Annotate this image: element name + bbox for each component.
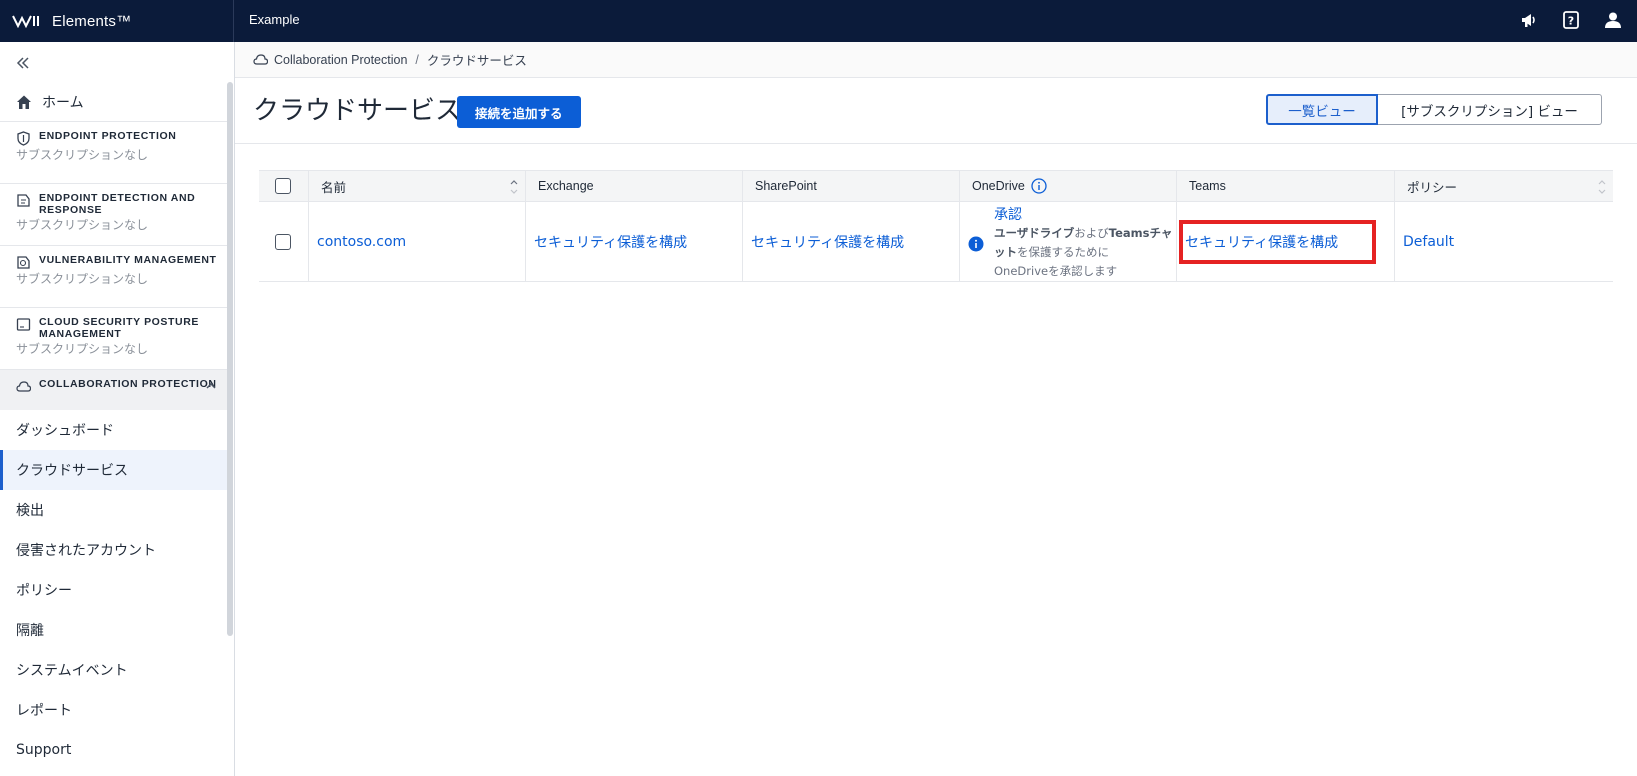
column-header-sharepoint: SharePoint bbox=[743, 171, 960, 201]
cloud-icon bbox=[16, 381, 31, 392]
column-label: ポリシー bbox=[1407, 180, 1458, 195]
section-subtitle: サブスクリプションなし bbox=[16, 272, 149, 286]
section-title: ENDPOINT PROTECTION bbox=[39, 130, 177, 142]
row-checkbox[interactable] bbox=[275, 233, 291, 250]
shield-icon bbox=[17, 131, 30, 146]
cloud-posture-icon bbox=[16, 318, 31, 331]
sidebar-item-home[interactable]: ホーム bbox=[0, 82, 227, 122]
tenant-name-link[interactable]: contoso.com bbox=[317, 234, 406, 250]
cloud-icon bbox=[253, 54, 268, 65]
sidebar-section-endpoint-protection[interactable]: ENDPOINT PROTECTION サブスクリプションなし bbox=[0, 122, 227, 184]
sidebar-item-cloud-services[interactable]: クラウドサービス bbox=[0, 450, 227, 490]
sidebar: ホーム ENDPOINT PROTECTION サブスクリプションなし ENDP… bbox=[0, 42, 235, 776]
sidebar-item-dashboard[interactable]: ダッシュボード bbox=[0, 410, 227, 450]
teams-cell: セキュリティ保護を構成 bbox=[1177, 202, 1395, 281]
onedrive-approve-link[interactable]: 承認 bbox=[994, 206, 1176, 224]
info-icon[interactable] bbox=[1031, 178, 1047, 194]
section-title: ENDPOINT DETECTION AND RESPONSE bbox=[39, 192, 196, 216]
home-icon bbox=[17, 95, 31, 109]
main-content: Collaboration Protection / クラウドサービス クラウド… bbox=[235, 42, 1637, 776]
select-all-checkbox[interactable] bbox=[275, 178, 291, 194]
column-header-exchange: Exchange bbox=[526, 171, 743, 201]
sort-icon[interactable] bbox=[509, 178, 519, 196]
column-header-policy[interactable]: ポリシー bbox=[1395, 171, 1613, 201]
brand[interactable]: Elements™ bbox=[0, 0, 234, 42]
sidebar-section-vulnerability-management[interactable]: VULNERABILITY MANAGEMENT サブスクリプションなし bbox=[0, 246, 227, 308]
page-title: クラウドサービス bbox=[253, 96, 462, 126]
user-icon[interactable] bbox=[1603, 10, 1623, 30]
table-row: contoso.com セキュリティ保護を構成 セキュリティ保護を構成 承認 ユ… bbox=[259, 202, 1613, 282]
column-label: OneDrive bbox=[972, 179, 1025, 193]
view-toggle: 一覧ビュー [サブスクリプション] ビュー bbox=[1266, 94, 1602, 125]
page-header: クラウドサービス 接続を追加する 一覧ビュー [サブスクリプション] ビュー bbox=[235, 78, 1637, 144]
table-header-row: 名前 Exchange SharePoint OneDrive Teams ポリ… bbox=[259, 171, 1613, 202]
name-cell: contoso.com bbox=[309, 202, 526, 281]
sidebar-section-edr[interactable]: ENDPOINT DETECTION AND RESPONSE サブスクリプショ… bbox=[0, 184, 227, 246]
teams-configure-link[interactable]: セキュリティ保護を構成 bbox=[1185, 232, 1338, 252]
sidebar-nav: ホーム ENDPOINT PROTECTION サブスクリプションなし ENDP… bbox=[0, 82, 227, 770]
row-select-cell bbox=[259, 202, 309, 281]
sidebar-section-cloud-security-posture[interactable]: CLOUD SECURITY POSTURE MANAGEMENT サブスクリプ… bbox=[0, 308, 227, 370]
exchange-cell: セキュリティ保護を構成 bbox=[526, 202, 743, 281]
section-subtitle: サブスクリプションなし bbox=[16, 342, 149, 356]
column-header-teams: Teams bbox=[1177, 171, 1395, 201]
sidebar-item-label: ホーム bbox=[42, 94, 84, 111]
sidebar-item-system-events[interactable]: システムイベント bbox=[0, 650, 227, 690]
top-bar: Elements™ Example ? bbox=[0, 0, 1637, 42]
info-filled-icon bbox=[968, 236, 984, 252]
column-header-name[interactable]: 名前 bbox=[309, 171, 526, 201]
sidebar-section-collaboration-protection[interactable]: COLLABORATION PROTECTION bbox=[0, 370, 227, 410]
sidebar-item-reports[interactable]: レポート bbox=[0, 690, 227, 730]
cloud-services-table: 名前 Exchange SharePoint OneDrive Teams ポリ… bbox=[259, 170, 1613, 282]
withsecure-logo-icon bbox=[12, 15, 39, 28]
policy-link[interactable]: Default bbox=[1403, 234, 1454, 250]
policy-cell: Default bbox=[1395, 202, 1613, 281]
sidebar-item-policies[interactable]: ポリシー bbox=[0, 570, 227, 610]
sidebar-item-quarantine[interactable]: 隔離 bbox=[0, 610, 227, 650]
sidebar-item-support[interactable]: Support bbox=[0, 730, 227, 770]
breadcrumb: Collaboration Protection / クラウドサービス bbox=[235, 42, 1637, 78]
sharepoint-cell: セキュリティ保護を構成 bbox=[743, 202, 960, 281]
megaphone-icon[interactable] bbox=[1519, 10, 1539, 30]
column-label: Teams bbox=[1189, 179, 1226, 193]
sidebar-item-compromised-accounts[interactable]: 侵害されたアカウント bbox=[0, 530, 227, 570]
breadcrumb-current: クラウドサービス bbox=[426, 54, 527, 68]
sharepoint-configure-link[interactable]: セキュリティ保護を構成 bbox=[751, 232, 904, 252]
onedrive-description: ユーザドライブおよびTeamsチャットを保護するために OneDriveを承認しま… bbox=[994, 226, 1173, 278]
section-subtitle: サブスクリプションなし bbox=[16, 148, 149, 162]
section-title: VULNERABILITY MANAGEMENT bbox=[39, 254, 217, 266]
breadcrumb-separator: / bbox=[415, 52, 419, 67]
sort-icon[interactable] bbox=[1597, 178, 1607, 196]
column-header-onedrive: OneDrive bbox=[960, 171, 1177, 201]
column-label: 名前 bbox=[321, 180, 347, 195]
collapse-sidebar-icon[interactable] bbox=[14, 54, 32, 72]
help-icon[interactable]: ? bbox=[1561, 10, 1581, 30]
onedrive-cell: 承認 ユーザドライブおよびTeamsチャットを保護するために OneDriveを承… bbox=[960, 202, 1177, 281]
sidebar-scrollbar[interactable] bbox=[227, 82, 233, 636]
list-view-button[interactable]: 一覧ビュー bbox=[1266, 94, 1378, 125]
section-title: COLLABORATION PROTECTION bbox=[39, 378, 217, 390]
subscription-view-button[interactable]: [サブスクリプション] ビュー bbox=[1378, 94, 1602, 125]
detection-icon bbox=[17, 194, 30, 207]
section-title: CLOUD SECURITY POSTURE MANAGEMENT bbox=[39, 316, 200, 340]
brand-name: Elements™ bbox=[52, 12, 132, 30]
svg-text:?: ? bbox=[1568, 15, 1574, 28]
exchange-configure-link[interactable]: セキュリティ保護を構成 bbox=[534, 232, 687, 252]
org-name[interactable]: Example bbox=[249, 12, 300, 27]
vulnerability-icon bbox=[17, 256, 30, 269]
add-connection-button[interactable]: 接続を追加する bbox=[457, 96, 581, 128]
section-subtitle: サブスクリプションなし bbox=[16, 218, 149, 232]
chevron-up-icon[interactable] bbox=[205, 380, 217, 392]
sidebar-item-detections[interactable]: 検出 bbox=[0, 490, 227, 530]
column-label: Exchange bbox=[538, 179, 594, 193]
column-label: SharePoint bbox=[755, 179, 817, 193]
select-all-cell bbox=[259, 171, 309, 201]
breadcrumb-root[interactable]: Collaboration Protection bbox=[274, 53, 407, 67]
